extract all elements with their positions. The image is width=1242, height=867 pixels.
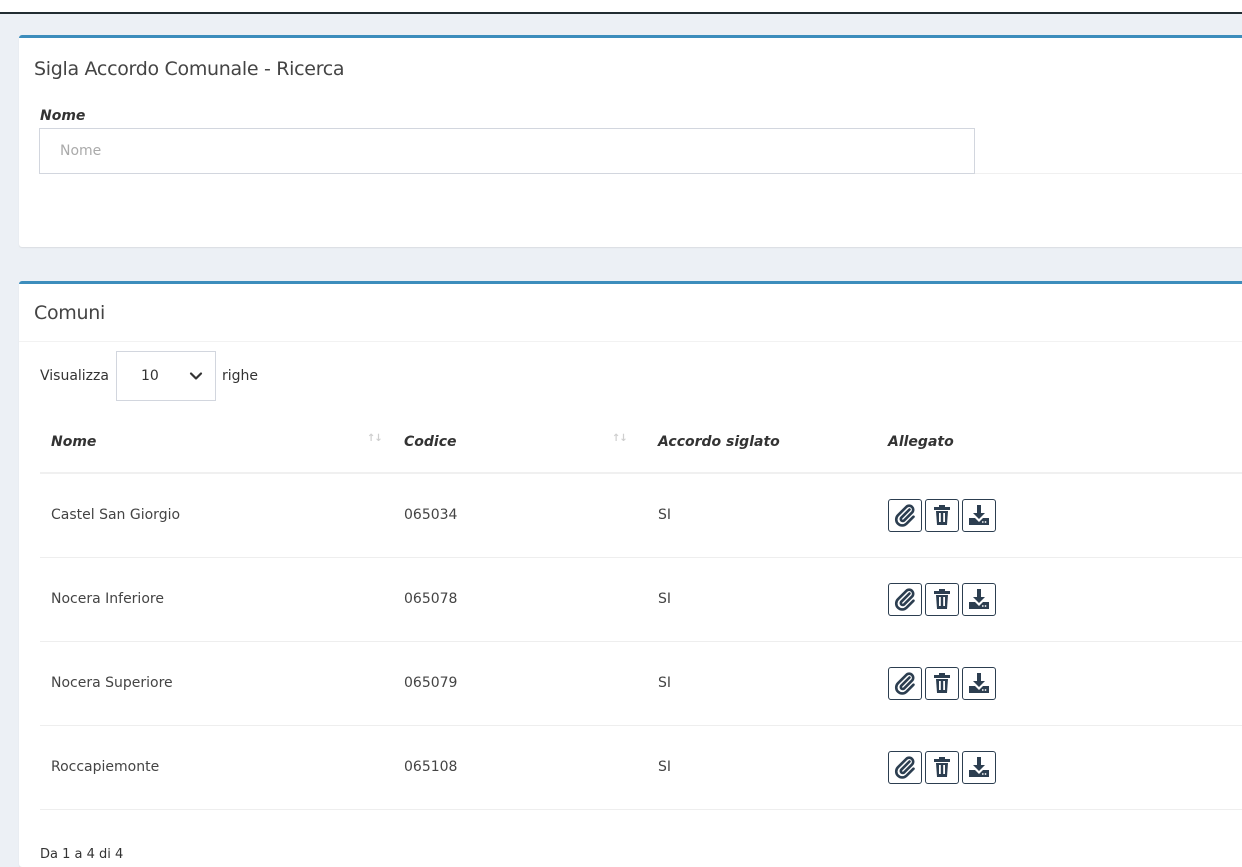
search-panel: Sigla Accordo Comunale - Ricerca Nome [19,35,1242,247]
search-panel-title: Sigla Accordo Comunale - Ricerca [34,58,345,80]
column-header-label: Allegato [888,433,954,450]
cell-accordo: SI [658,759,672,775]
row-actions [888,498,1242,532]
row-actions [888,666,1242,700]
cell-nome: Nocera Inferiore [51,591,164,607]
row-actions [888,750,1242,784]
cell-codice: 065079 [404,675,458,691]
cell-allegato [876,473,1242,557]
column-header-codice[interactable]: Codice ↑↓ [394,411,648,473]
comuni-panel-title: Comuni [19,284,1242,342]
download-button[interactable] [962,498,996,532]
download-icon [969,589,989,609]
cell-nome: Nocera Superiore [51,675,173,691]
left-strip [0,16,19,867]
paperclip-icon [895,504,915,527]
cell-accordo: SI [658,591,672,607]
sort-icon: ↑↓ [367,433,383,444]
comuni-table: Nome ↑↓ Codice ↑↓ Accordo siglato Allega… [40,411,1242,810]
column-header-allegato: Allegato [876,411,1242,473]
download-icon [969,673,989,693]
attach-button[interactable] [888,666,922,700]
divider [975,173,1242,174]
paperclip-icon [895,588,915,611]
download-button[interactable] [962,582,996,616]
trash-icon [934,757,950,777]
download-button[interactable] [962,750,996,784]
row-actions [888,582,1242,616]
attach-button[interactable] [888,582,922,616]
trash-icon [934,589,950,609]
column-header-nome[interactable]: Nome ↑↓ [40,411,394,473]
trash-icon [934,673,950,693]
cell-allegato [876,725,1242,809]
comuni-panel: Comuni Visualizza 10 righe Nome ↑↓ Codic… [19,281,1242,867]
nome-field-label: Nome [40,108,86,124]
delete-button[interactable] [925,666,959,700]
cell-codice: 065078 [404,591,458,607]
sort-icon: ↑↓ [612,433,628,444]
cell-accordo: SI [658,675,672,691]
page-length-value: 10 [140,368,159,384]
attach-button[interactable] [888,750,922,784]
chevron-down-icon [189,372,203,380]
length-suffix-label: righe [221,368,258,384]
column-header-label: Nome [51,433,97,450]
page-length-control: Visualizza 10 righe [40,351,258,401]
download-icon [969,757,989,777]
column-header-label: Accordo siglato [658,433,780,450]
cell-nome: Castel San Giorgio [51,507,181,524]
table-row: Nocera Superiore 065079 SI [40,641,1242,725]
cell-allegato [876,641,1242,725]
table-header-row: Nome ↑↓ Codice ↑↓ Accordo siglato Allega… [40,411,1242,473]
cell-codice: 065108 [404,759,458,775]
cell-allegato [876,557,1242,641]
download-button[interactable] [962,666,996,700]
top-bar [0,0,1242,14]
cell-codice: 065034 [404,507,458,524]
column-header-accordo-siglato[interactable]: Accordo siglato [648,411,876,473]
nome-search-input[interactable] [39,128,975,174]
table-row: Roccapiemonte 065108 SI [40,725,1242,809]
table-row: Nocera Inferiore 065078 SI [40,557,1242,641]
attach-button[interactable] [888,498,922,532]
delete-button[interactable] [925,750,959,784]
download-icon [969,505,989,526]
paperclip-icon [895,756,915,779]
cell-nome: Roccapiemonte [51,759,160,775]
column-header-label: Codice [404,433,457,450]
page-length-select[interactable]: 10 [115,351,216,401]
delete-button[interactable] [925,582,959,616]
table-row: Castel San Giorgio 065034 SI [40,473,1242,557]
delete-button[interactable] [925,498,959,532]
trash-icon [934,505,950,526]
length-prefix-label: Visualizza [40,368,109,384]
table-info-text: Da 1 a 4 di 4 [40,847,124,862]
paperclip-icon [895,672,915,695]
cell-accordo: SI [658,507,672,524]
